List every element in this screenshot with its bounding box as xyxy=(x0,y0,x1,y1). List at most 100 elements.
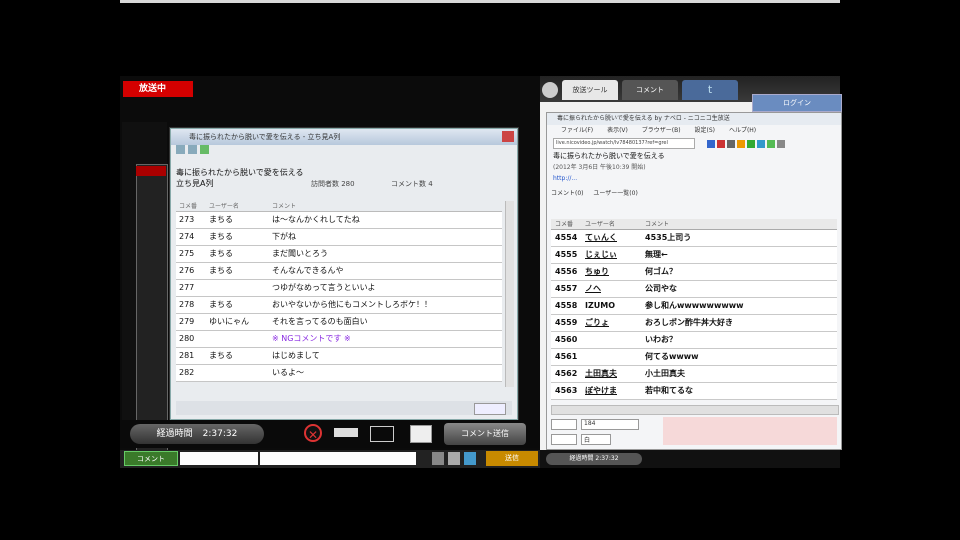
viewer-comment-text: 公司やな xyxy=(645,284,677,293)
player-header: 毒に振られたから脱いで愛を伝える 立ち見A列 xyxy=(176,167,304,189)
table-row[interactable]: 278 まちる おいやないから他にもコメントしろボケ！！ xyxy=(176,297,502,314)
elapsed-time: 2:37:32 xyxy=(202,429,238,439)
stop-icon[interactable]: ✕ xyxy=(304,424,322,442)
table-row[interactable]: 282 いるよ～ xyxy=(176,365,502,382)
id-select[interactable] xyxy=(551,419,577,430)
comment-no: 273 xyxy=(179,215,195,224)
save-icon[interactable] xyxy=(727,140,735,148)
comment-text: いるよ～ xyxy=(272,368,304,377)
list-item[interactable]: 4561 何てるwwww xyxy=(551,349,837,366)
viewer-header-comment[interactable]: コメント xyxy=(645,219,669,228)
command-select[interactable]: 184 xyxy=(581,419,639,430)
viewer-comment-user[interactable]: ノヘ xyxy=(585,281,641,297)
screen-icon[interactable] xyxy=(410,425,432,443)
send-comment-button[interactable]: コメント送信 xyxy=(444,423,526,445)
list-item[interactable]: 4557 ノヘ 公司やな xyxy=(551,281,837,298)
viewer-comment-user[interactable]: じぇじぃ xyxy=(585,247,641,263)
comment-text: ※ NGコメントです ※ xyxy=(272,334,351,343)
list-item[interactable]: 4558 IZUMO 参し和んwwwwwwwww xyxy=(551,298,837,315)
viewer-comment-user[interactable]: てぃんく xyxy=(585,230,641,246)
tab-twitter[interactable]: t xyxy=(682,80,738,100)
viewer-comment-user[interactable]: IZUMO xyxy=(585,298,641,314)
comment-textarea[interactable] xyxy=(663,417,837,445)
table-row[interactable]: 274 まちる 下がね xyxy=(176,229,502,246)
list-item[interactable]: 4554 てぃんく 4535上司う xyxy=(551,230,837,247)
disconnect-icon[interactable] xyxy=(717,140,725,148)
filter-icon[interactable] xyxy=(767,140,775,148)
tab-broadcast-tool[interactable]: 放送ツール xyxy=(562,80,618,100)
viewer-header-user[interactable]: ユーザー名 xyxy=(585,219,615,228)
menu-settings[interactable]: 設定(S) xyxy=(695,127,716,134)
table-row[interactable]: 273 まちる は～なんかくれしてたね xyxy=(176,212,502,229)
user-icon[interactable] xyxy=(432,452,444,465)
broadcaster-pane: 放送中 毒に振られたから脱いで愛を伝える - 立ち見A列 毒に振られたから脱いで… xyxy=(120,76,540,468)
login-popup[interactable]: ログイン xyxy=(752,94,842,112)
viewer-comment-user[interactable]: ごりょ xyxy=(585,315,641,331)
size-select[interactable] xyxy=(551,434,577,445)
comment-button[interactable]: コメント xyxy=(124,451,178,466)
viewer-table-header: コメ番 ユーザー名 コメント xyxy=(551,219,837,230)
comment-user: まちる xyxy=(209,232,233,241)
user-list-icon[interactable] xyxy=(757,140,765,148)
twitter-icon[interactable] xyxy=(464,452,476,465)
viewer-comment-user[interactable]: 土田真夫 xyxy=(585,366,641,382)
list-item[interactable]: 4562 土田真夫 小土田真夫 xyxy=(551,366,837,383)
comment-input[interactable] xyxy=(260,452,416,465)
comment-count: コメント数 4 xyxy=(391,180,433,188)
name-input[interactable] xyxy=(180,452,258,465)
subtab-comments[interactable]: コメント(0) xyxy=(551,190,584,197)
header-no[interactable]: コメ番 xyxy=(179,201,197,210)
star-icon[interactable] xyxy=(737,140,745,148)
camera-icon[interactable] xyxy=(370,426,394,442)
table-row[interactable]: 281 まちる はじめまして xyxy=(176,348,502,365)
menu-file[interactable]: ファイル(F) xyxy=(561,127,593,134)
settings-icon[interactable] xyxy=(448,452,460,465)
viewer-comment-text: 何ゴム？ xyxy=(645,267,677,276)
menu-view[interactable]: 表示(V) xyxy=(607,127,628,134)
grid-icon[interactable] xyxy=(188,145,197,154)
color-icon[interactable] xyxy=(747,140,755,148)
connect-icon[interactable] xyxy=(707,140,715,148)
status-button[interactable] xyxy=(474,403,506,415)
subtab-users[interactable]: ユーザー一覧(0) xyxy=(593,190,637,197)
tab-comment[interactable]: コメント xyxy=(622,80,678,100)
list-item[interactable]: 4556 ちゅり 何ゴム？ xyxy=(551,264,837,281)
table-row[interactable]: 275 まちる まだ聞いとろう xyxy=(176,246,502,263)
comment-form: 184 白 xyxy=(551,417,837,449)
header-comment[interactable]: コメント xyxy=(272,201,296,210)
speak-icon[interactable] xyxy=(777,140,785,148)
table-row[interactable]: 279 ゆいにゃん それを言ってるのも面白い xyxy=(176,314,502,331)
table-row[interactable]: 276 まちる そんなんできるんや xyxy=(176,263,502,280)
broadcast-link[interactable]: http://... xyxy=(553,173,841,184)
post-button[interactable]: 送信 xyxy=(486,451,538,466)
comment-text: は～なんかくれしてたね xyxy=(272,215,360,224)
comment-user: ゆいにゃん xyxy=(209,317,249,326)
comment-user: まちる xyxy=(209,215,233,224)
menu-icon[interactable] xyxy=(176,145,185,154)
list-item[interactable]: 4555 じぇじぃ 無理← xyxy=(551,247,837,264)
table-row[interactable]: 277 つゆがなめって言うといいよ xyxy=(176,280,502,297)
comment-scrollbar[interactable] xyxy=(505,201,514,387)
comment-no: 280 xyxy=(179,334,195,343)
green-icon[interactable] xyxy=(200,145,209,154)
menu-browser[interactable]: ブラウザー(B) xyxy=(642,127,681,134)
menu-help[interactable]: ヘルプ(H) xyxy=(729,127,756,134)
list-item[interactable]: 4563 ぼやけま 若中和てるな xyxy=(551,383,837,400)
comment-no: 279 xyxy=(179,317,195,326)
url-input[interactable]: live.nicovideo.jp/watch/lv78480137?ref=g… xyxy=(553,138,695,149)
viewer-elapsed-time: 2:37:32 xyxy=(595,455,619,462)
viewer-menubar: ファイル(F) 表示(V) ブラウザー(B) 設定(S) ヘルプ(H) xyxy=(547,125,841,137)
viewer-comment-user[interactable]: ちゅり xyxy=(585,264,641,280)
player-window: 毒に振られたから脱いで愛を伝える - 立ち見A列 毒に振られたから脱いで愛を伝え… xyxy=(170,128,518,420)
viewer-hscrollbar[interactable] xyxy=(551,405,839,415)
list-item[interactable]: 4560 いわお？ xyxy=(551,332,837,349)
comment-text: つゆがなめって言うといいよ xyxy=(272,283,376,292)
table-row[interactable]: 280 ※ NGコメントです ※ xyxy=(176,331,502,348)
list-item[interactable]: 4559 ごりょ おろしポン酢牛丼大好き xyxy=(551,315,837,332)
color-select[interactable]: 白 xyxy=(581,434,611,445)
header-user[interactable]: ユーザー名 xyxy=(209,201,239,210)
viewer-comment-user[interactable]: ぼやけま xyxy=(585,383,641,399)
close-icon[interactable] xyxy=(502,131,514,142)
viewer-header-no[interactable]: コメ番 xyxy=(555,219,573,228)
mic-icon[interactable] xyxy=(334,428,358,437)
